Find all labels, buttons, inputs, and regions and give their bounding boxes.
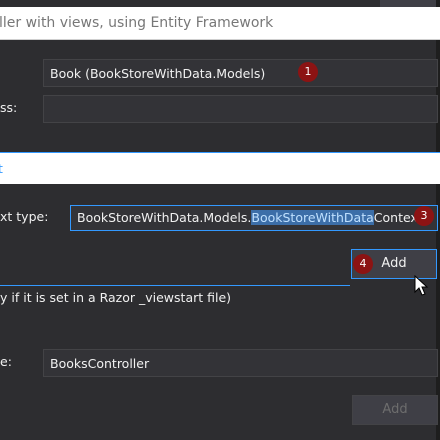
controller-name-input[interactable]: BooksController (43, 349, 438, 377)
callout-badge-1: 1 (298, 62, 318, 82)
context-type-label: xt type: (0, 209, 49, 224)
dialog-title-bar: ller with views, using Entity Framework (0, 7, 440, 40)
model-class-dropdown[interactable]: Book (BookStoreWithData.Models) (43, 59, 438, 87)
footer-add-button[interactable]: Add (352, 395, 438, 425)
section-label: t (0, 161, 3, 176)
callout-badge-4: 4 (353, 254, 373, 274)
dialog-title: ller with views, using Entity Framework (0, 15, 274, 31)
data-context-label: ss: (0, 100, 18, 115)
mouse-cursor-icon (414, 275, 429, 296)
controller-name-label: e: (0, 354, 12, 369)
data-context-dropdown[interactable] (43, 95, 438, 123)
model-class-value: Book (BookStoreWithData.Models) (50, 66, 266, 81)
callout-badge-3: 3 (414, 206, 434, 226)
add-button-label: Add (381, 256, 407, 271)
context-type-prefix: BookStoreWithData.Models. (77, 210, 252, 225)
footer-add-label: Add (382, 402, 408, 417)
top-tab-edge (380, 0, 436, 7)
context-type-selection: BookStoreWithData (251, 210, 374, 225)
focus-line (0, 285, 350, 286)
controller-name-value: BooksController (50, 356, 150, 371)
context-type-field[interactable]: BookStoreWithData.Models.BookStoreWithDa… (70, 205, 438, 231)
section-header: t (0, 152, 440, 184)
layout-note: y if it is set in a Razor _viewstart fil… (0, 290, 232, 305)
